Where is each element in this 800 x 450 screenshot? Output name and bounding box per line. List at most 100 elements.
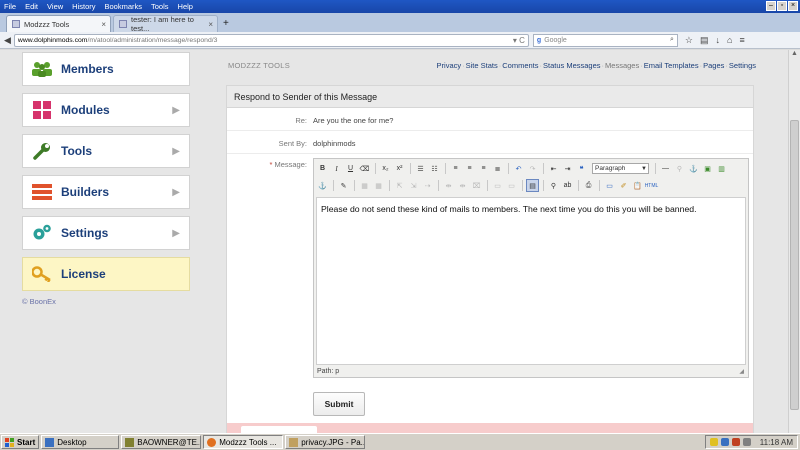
menu-edit[interactable]: Edit xyxy=(25,2,38,11)
indent-icon[interactable]: ⇥ xyxy=(561,162,574,175)
blockquote-icon[interactable]: ❝ xyxy=(575,162,588,175)
unlink-icon[interactable]: ⚲ xyxy=(673,162,686,175)
nav-link-settings[interactable]: Settings xyxy=(729,61,756,70)
scroll-up-icon[interactable]: ▲ xyxy=(789,50,800,62)
align-right-icon[interactable]: ≡ xyxy=(477,162,490,175)
nav-link-status-messages[interactable]: Status Messages xyxy=(543,61,601,70)
media-icon[interactable]: ▥ xyxy=(715,162,728,175)
tab-close-icon[interactable]: × xyxy=(101,20,106,29)
taskbar-item-modzzz[interactable]: Modzzz Tools ... xyxy=(203,435,284,449)
reload-icon[interactable]: ▾ C xyxy=(513,36,525,45)
start-button[interactable]: Start xyxy=(1,435,40,449)
restore-icon[interactable]: ▫ xyxy=(777,1,787,11)
minimize-icon[interactable]: – xyxy=(766,1,776,11)
sidebar-item-builders[interactable]: Builders ▶ xyxy=(22,175,190,209)
sidebar-item-modules[interactable]: Modules ▶ xyxy=(22,93,190,127)
nav-link-messages[interactable]: Messages xyxy=(605,61,639,70)
print-icon[interactable]: ⎙ xyxy=(582,179,595,192)
edit-html-icon[interactable]: ✎ xyxy=(337,179,350,192)
row-before-icon[interactable]: ⇱ xyxy=(393,179,406,192)
align-left-icon[interactable]: ≡ xyxy=(449,162,462,175)
align-center-icon[interactable]: ≡ xyxy=(463,162,476,175)
menu-tools[interactable]: Tools xyxy=(151,2,169,11)
new-tab-button[interactable]: + xyxy=(223,18,229,29)
menu-history[interactable]: History xyxy=(72,2,95,11)
visual-aid-icon[interactable]: ▤ xyxy=(526,179,539,192)
sidebar-item-members[interactable]: Members xyxy=(22,52,190,86)
undo-icon[interactable]: ↶ xyxy=(512,162,525,175)
tab-close-icon[interactable]: × xyxy=(208,20,213,29)
horizontal-rule-icon[interactable]: — xyxy=(659,162,672,175)
cleanup-icon[interactable]: ✐ xyxy=(617,179,630,192)
col-after-icon[interactable]: ⇹ xyxy=(456,179,469,192)
menu-icon[interactable]: ≡ xyxy=(739,35,744,45)
search-icon[interactable]: ⌕ xyxy=(670,36,674,44)
scroll-thumb[interactable] xyxy=(790,120,799,410)
taskbar-item-desktop[interactable]: Desktop xyxy=(41,435,120,449)
html-source-icon[interactable]: HTML xyxy=(645,179,659,192)
bookmarks-list-icon[interactable]: ▤ xyxy=(700,35,709,46)
fullscreen-icon[interactable]: ▭ xyxy=(603,179,616,192)
network-icon[interactable] xyxy=(720,438,729,446)
search-box[interactable]: g Google ⌕ xyxy=(532,33,678,47)
subscript-icon[interactable]: x₂ xyxy=(379,162,392,175)
tab-title: Modzzz Tools xyxy=(24,19,70,29)
resize-grip-icon[interactable]: ◢ xyxy=(739,368,744,375)
merge-cells-icon[interactable]: ▭ xyxy=(491,179,504,192)
bold-icon[interactable]: B xyxy=(316,162,329,175)
paste-word-icon[interactable]: 📋 xyxy=(631,179,644,192)
copyright-link[interactable]: © BoonEx xyxy=(22,297,56,306)
outdent-icon[interactable]: ⇤ xyxy=(547,162,560,175)
superscript-icon[interactable]: x² xyxy=(393,162,406,175)
back-icon[interactable]: ◀ xyxy=(4,35,11,46)
bookmark-star-icon[interactable]: ☆ xyxy=(685,35,693,46)
italic-icon[interactable]: I xyxy=(330,162,343,175)
redo-icon[interactable]: ↷ xyxy=(526,162,539,175)
volume-icon[interactable] xyxy=(742,438,751,446)
delete-row-icon[interactable]: ⇢ xyxy=(421,179,434,192)
numbered-list-icon[interactable]: ☷ xyxy=(428,162,441,175)
page-scrollbar[interactable]: ▲ xyxy=(788,50,800,433)
menu-bookmarks[interactable]: Bookmarks xyxy=(105,2,143,11)
delete-col-icon[interactable]: ⌧ xyxy=(470,179,483,192)
menu-file[interactable]: File xyxy=(4,2,16,11)
row-after-icon[interactable]: ⇲ xyxy=(407,179,420,192)
find-icon[interactable]: ⚲ xyxy=(547,179,560,192)
table-icon[interactable]: ▦ xyxy=(358,179,371,192)
sidebar-item-license[interactable]: License xyxy=(22,257,190,291)
sidebar-item-settings[interactable]: Settings ▶ xyxy=(22,216,190,250)
menu-help[interactable]: Help xyxy=(178,2,193,11)
col-before-icon[interactable]: ⇹ xyxy=(442,179,455,192)
table-props-icon[interactable]: ▦ xyxy=(372,179,385,192)
sidebar-item-tools[interactable]: Tools ▶ xyxy=(22,134,190,168)
download-icon[interactable]: ↓ xyxy=(716,35,721,45)
close-window-icon[interactable]: × xyxy=(788,1,798,11)
replace-icon[interactable]: ab xyxy=(561,179,574,192)
taskbar-item-baowner[interactable]: BAOWNER@TE... xyxy=(121,435,202,449)
taskbar-item-paint[interactable]: privacy.JPG - Pa... xyxy=(285,435,366,449)
message-body-textarea[interactable]: Please do not send these kind of mails t… xyxy=(316,197,746,365)
nav-link-email-templates[interactable]: Email Templates xyxy=(644,61,699,70)
nav-link-privacy[interactable]: Privacy xyxy=(437,61,462,70)
home-icon[interactable]: ⌂ xyxy=(727,35,732,45)
format-select[interactable]: Paragraph ▼ xyxy=(592,163,649,174)
tab-tester[interactable]: tester: I am here to test... × xyxy=(113,15,218,33)
remove-format-icon[interactable]: ⌫ xyxy=(358,162,371,175)
tab-modzzz-tools[interactable]: Modzzz Tools × xyxy=(6,15,111,32)
separator xyxy=(389,180,390,191)
security-icon[interactable] xyxy=(731,438,740,446)
align-justify-icon[interactable]: ≣ xyxy=(491,162,504,175)
nav-link-pages[interactable]: Pages xyxy=(703,61,724,70)
shield-icon[interactable] xyxy=(709,438,718,446)
underline-icon[interactable]: U xyxy=(344,162,357,175)
nav-link-comments[interactable]: Comments xyxy=(502,61,538,70)
split-cells-icon[interactable]: ▭ xyxy=(505,179,518,192)
bullet-list-icon[interactable]: ☰ xyxy=(414,162,427,175)
submit-button[interactable]: Submit xyxy=(313,392,365,416)
menu-view[interactable]: View xyxy=(47,2,63,11)
link-icon[interactable]: ⚓ xyxy=(316,179,329,192)
nav-link-site-stats[interactable]: Site Stats xyxy=(466,61,498,70)
image-icon[interactable]: ▣ xyxy=(701,162,714,175)
anchor-icon[interactable]: ⚓ xyxy=(687,162,700,175)
url-bar[interactable]: www.dolphinmods.com/m/atool/administrati… xyxy=(13,33,529,47)
